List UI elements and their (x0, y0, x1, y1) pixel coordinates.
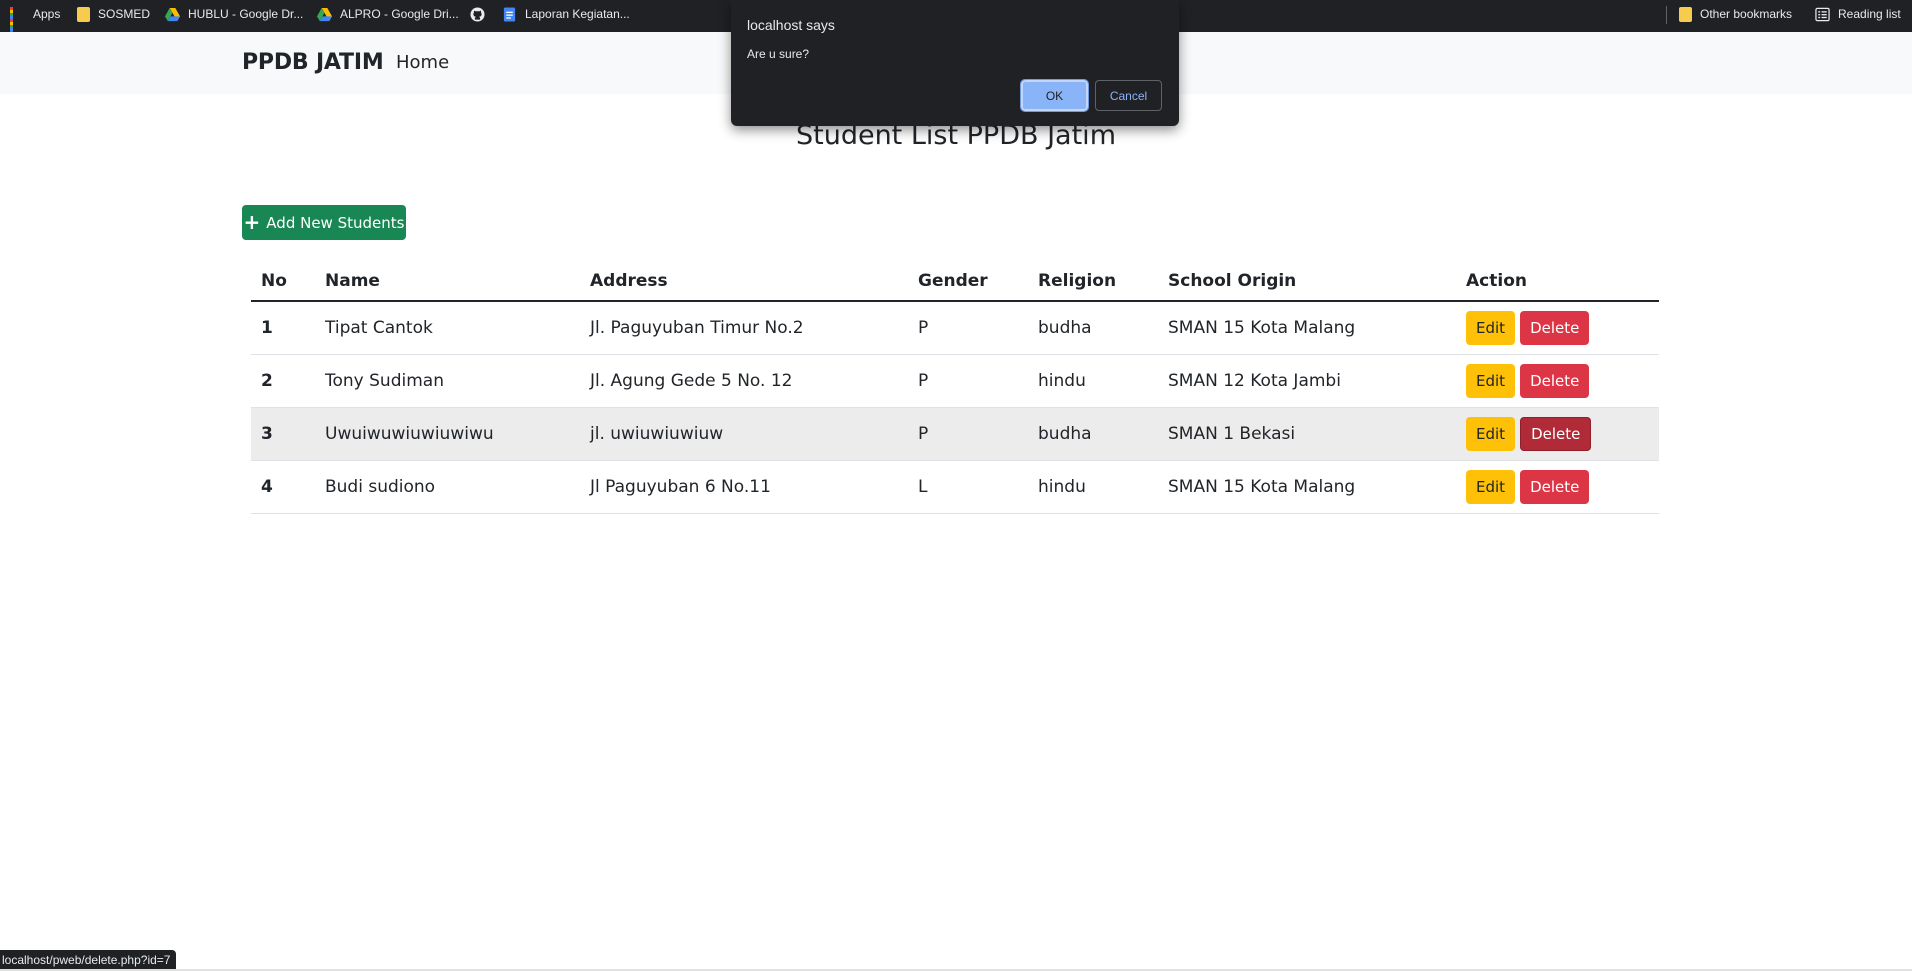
bookmark-label: Other bookmarks (1700, 7, 1793, 21)
cell-address: jl. uwiuwiuwiuw (590, 424, 724, 444)
edit-button[interactable]: Edit (1466, 417, 1516, 451)
header-address: Address (590, 271, 668, 291)
delete-button[interactable]: Delete (1520, 470, 1590, 504)
cell-school-origin: SMAN 12 Kota Jambi (1168, 371, 1341, 391)
cell-address: Jl. Agung Gede 5 No. 12 (590, 371, 793, 391)
bookmark-other[interactable]: Other bookmarks (1679, 0, 1792, 28)
cell-no: 1 (261, 318, 273, 338)
header-no: No (261, 271, 287, 291)
cell-action: Edit Delete (1466, 408, 1592, 460)
cell-gender: P (918, 424, 929, 444)
delete-button[interactable]: Delete (1520, 417, 1592, 451)
cell-address: Jl Paguyuban 6 No.11 (590, 477, 771, 497)
bookmark-laporan[interactable]: Laporan Kegiatan... (502, 0, 630, 28)
google-drive-icon (165, 7, 180, 22)
delete-button[interactable]: Delete (1520, 311, 1590, 345)
cell-school-origin: SMAN 15 Kota Malang (1168, 318, 1356, 338)
bookmark-sosmed[interactable]: SOSMED (77, 0, 150, 28)
nav-link-home[interactable]: Home (396, 52, 449, 73)
dialog-cancel-button[interactable]: Cancel (1095, 80, 1162, 111)
cell-religion: hindu (1038, 477, 1086, 497)
add-button-label: Add New Students (266, 213, 405, 232)
header-gender: Gender (918, 271, 988, 291)
bookmark-label: Laporan Kegiatan... (525, 7, 630, 21)
table-row: 4 Budi sudiono Jl Paguyuban 6 No.11 L hi… (251, 461, 1659, 514)
table-row-hovered: 3 Uwuiwuwiuwiuwiwu jl. uwiuwiuwiuw P bud… (251, 408, 1659, 461)
table-row: 1 Tipat Cantok Jl. Paguyuban Timur No.2 … (251, 302, 1659, 355)
dialog-message: Are u sure? (747, 47, 810, 61)
edit-button[interactable]: Edit (1466, 311, 1516, 345)
cell-religion: budha (1038, 424, 1092, 444)
folder-icon (77, 6, 90, 22)
folder-icon (1679, 6, 1692, 22)
bookmark-label: ALPRO - Google Dri... (340, 7, 459, 21)
cell-action: Edit Delete (1466, 355, 1590, 407)
edit-button[interactable]: Edit (1466, 470, 1516, 504)
cell-name: Tipat Cantok (325, 318, 433, 338)
status-bar-url: localhost/pweb/delete.php?id=7 (0, 950, 177, 970)
edit-button[interactable]: Edit (1466, 364, 1516, 398)
cell-no: 3 (261, 424, 273, 444)
google-drive-icon (317, 7, 332, 22)
bookmarks-separator (1666, 6, 1667, 24)
cell-gender: P (918, 318, 929, 338)
cell-no: 2 (261, 371, 273, 391)
header-action: Action (1466, 271, 1527, 291)
cell-action: Edit Delete (1466, 302, 1590, 354)
cell-name: Tony Sudiman (325, 371, 444, 391)
bookmark-label: Reading list (1838, 7, 1901, 21)
bookmark-alpro[interactable]: ALPRO - Google Dri... (317, 0, 459, 28)
bookmark-hublu[interactable]: HUBLU - Google Dr... (165, 0, 303, 28)
students-table: No Name Address Gender Religion School O… (251, 262, 1659, 514)
bookmark-reading-list[interactable]: Reading list (1815, 0, 1901, 28)
header-name: Name (325, 271, 380, 291)
dialog-title: localhost says (747, 17, 835, 33)
bookmark-label: Apps (33, 7, 61, 21)
github-icon (470, 6, 485, 22)
cell-gender: L (918, 477, 928, 497)
bookmark-github[interactable] (470, 0, 493, 28)
navbar-brand[interactable]: PPDB JATIM (242, 50, 384, 75)
cell-religion: hindu (1038, 371, 1086, 391)
table-row: 2 Tony Sudiman Jl. Agung Gede 5 No. 12 P… (251, 355, 1659, 408)
cell-religion: budha (1038, 318, 1092, 338)
reading-list-icon (1815, 7, 1830, 22)
cell-name: Budi sudiono (325, 477, 436, 497)
cell-gender: P (918, 371, 929, 391)
plus-icon: + (243, 209, 261, 234)
confirm-dialog: localhost says Are u sure? OK Cancel (731, 0, 1179, 126)
cell-no: 4 (261, 477, 273, 497)
table-header-row: No Name Address Gender Religion School O… (251, 262, 1659, 302)
header-school-origin: School Origin (1168, 271, 1297, 291)
google-docs-icon (502, 6, 517, 22)
delete-button[interactable]: Delete (1520, 364, 1590, 398)
apps-grid-icon (10, 6, 25, 34)
bookmark-label: SOSMED (98, 7, 151, 21)
cell-name: Uwuiwuwiuwiuwiwu (325, 424, 494, 444)
cell-action: Edit Delete (1466, 461, 1590, 513)
add-new-students-button[interactable]: + Add New Students (242, 205, 406, 240)
cell-school-origin: SMAN 15 Kota Malang (1168, 477, 1356, 497)
bookmark-apps[interactable]: Apps (10, 0, 61, 34)
cell-address: Jl. Paguyuban Timur No.2 (590, 318, 804, 338)
cell-school-origin: SMAN 1 Bekasi (1168, 424, 1296, 444)
header-religion: Religion (1038, 271, 1117, 291)
bookmark-label: HUBLU - Google Dr... (188, 7, 304, 21)
dialog-ok-button[interactable]: OK (1020, 79, 1089, 112)
